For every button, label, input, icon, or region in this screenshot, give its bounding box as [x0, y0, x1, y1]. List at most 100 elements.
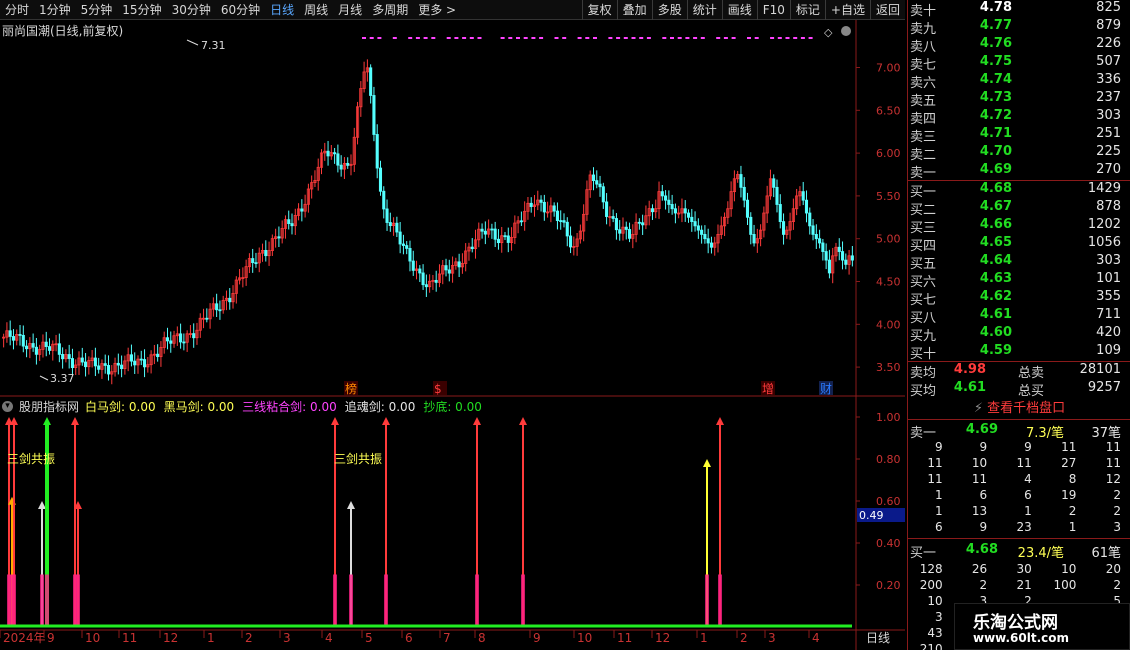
ask-row-9[interactable]: 卖一 4.69 270 — [908, 162, 1130, 181]
candle-body — [641, 222, 645, 226]
tool-button-6[interactable]: 标记 — [789, 0, 825, 20]
tool-button-0[interactable]: 复权 — [581, 0, 617, 20]
tool-button-8[interactable]: 返回 — [869, 0, 905, 20]
ask-row-3[interactable]: 卖七 4.75 507 — [908, 54, 1130, 73]
tick-cell: 9 — [934, 440, 943, 454]
ind-tick-label-1: 0.80 — [876, 453, 901, 466]
candle-body — [670, 204, 674, 210]
bid-row-1-volume: 878 — [1096, 199, 1121, 214]
tool-button-3[interactable]: 统计 — [686, 0, 722, 20]
candle-body — [405, 245, 409, 249]
ask-row-2[interactable]: 卖八 4.76 226 — [908, 36, 1130, 55]
event-marker-2: 增 — [762, 382, 774, 396]
ask-row-7[interactable]: 卖三 4.71 251 — [908, 126, 1130, 145]
signal-base-2 — [12, 574, 16, 627]
tool-button-2[interactable]: 多股 — [651, 0, 687, 20]
candle-body — [781, 221, 786, 235]
candle-body — [18, 334, 22, 336]
period-tab-10[interactable]: 更多 > — [413, 0, 461, 20]
period-tab-8[interactable]: 月线 — [333, 0, 367, 20]
bid-row-9-price: 4.59 — [979, 343, 1012, 358]
period-tab-7[interactable]: 周线 — [299, 0, 333, 20]
signal-arrow-13 — [716, 417, 724, 425]
indicator-name[interactable]: 股朋指标网 — [19, 398, 79, 415]
ask-row-1[interactable]: 卖九 4.77 879 — [908, 18, 1130, 37]
ask-row-4[interactable]: 卖六 4.74 336 — [908, 72, 1130, 91]
signal-dot — [593, 37, 597, 39]
period-tab-1[interactable]: 1分钟 — [34, 0, 76, 20]
signal-base-13 — [718, 574, 722, 627]
buy1-summary-count: 61笔 — [1091, 546, 1121, 561]
signal-dot — [800, 37, 805, 39]
tool-button-1[interactable]: 叠加 — [616, 0, 652, 20]
signal-dot — [685, 37, 690, 39]
bid-row-3[interactable]: 买四 4.65 1056 — [908, 235, 1130, 254]
x-label-3: 11 — [122, 631, 137, 645]
ask-row-5-volume: 237 — [1096, 90, 1121, 105]
price-tick-label-3: 5.50 — [876, 190, 901, 203]
x-label-1: 9 — [47, 631, 55, 645]
period-tab-2[interactable]: 5分钟 — [76, 0, 118, 20]
bid-row-7[interactable]: 买八 4.61 711 — [908, 307, 1130, 326]
tick-cell: 30 — [1016, 562, 1032, 576]
candle-body — [742, 186, 746, 201]
candle-body — [25, 345, 29, 350]
candle-body — [542, 201, 546, 213]
bid-row-8[interactable]: 买九 4.60 420 — [908, 325, 1130, 344]
period-tabs: 分时 1分钟 5分钟 15分钟 30分钟 60分钟 日线 周线 月线 多周期 更多 > — [0, 0, 461, 19]
ask-row-8[interactable]: 卖二 4.70 225 — [908, 144, 1130, 163]
candle-body — [251, 258, 255, 264]
bid-row-2[interactable]: 买三 4.66 1202 — [908, 217, 1130, 236]
period-tab-3[interactable]: 15分钟 — [117, 0, 166, 20]
candle-body — [120, 364, 124, 370]
tick-cell: 11 — [1105, 440, 1121, 454]
thousand-level-button[interactable]: ⚡ 查看千档盘口 — [908, 398, 1130, 420]
bid-row-6[interactable]: 买七 4.62 355 — [908, 289, 1130, 308]
x-label-9: 5 — [365, 631, 373, 645]
ask-average-row-price: 4.98 — [953, 362, 986, 377]
bid-row-0[interactable]: 买一 4.68 1429 — [908, 181, 1130, 200]
ask-row-6-price: 4.72 — [979, 108, 1012, 123]
candle-body — [129, 354, 133, 362]
x-label-2: 10 — [85, 631, 100, 645]
signal-dot — [670, 37, 674, 39]
period-tab-6[interactable]: 日线 — [265, 0, 299, 20]
candle-body — [375, 134, 379, 169]
ask-row-6[interactable]: 卖四 4.72 303 — [908, 108, 1130, 127]
bid-row-4[interactable]: 买五 4.64 303 — [908, 253, 1130, 272]
tick-cell: 20 — [1105, 562, 1121, 576]
bid-average-row-total: 9257 — [1087, 380, 1121, 395]
period-tab-4[interactable]: 30分钟 — [167, 0, 216, 20]
period-tab-9[interactable]: 多周期 — [367, 0, 413, 20]
candle-body — [601, 186, 605, 203]
period-tab-0[interactable]: 分时 — [0, 0, 34, 20]
tool-button-5[interactable]: F10 — [756, 0, 790, 20]
ask-row-3-volume: 507 — [1096, 54, 1121, 69]
sell1-summary-count: 37笔 — [1091, 426, 1121, 441]
tool-button-7[interactable]: +自选 — [824, 0, 870, 20]
x-label-4: 12 — [163, 631, 178, 645]
tick-cell: 43 — [927, 626, 943, 640]
indicator-collapse-icon[interactable]: ▾ — [2, 400, 13, 412]
signal-base-9 — [384, 574, 388, 627]
candle-body — [264, 249, 268, 257]
ask-row-5[interactable]: 卖五 4.73 237 — [908, 90, 1130, 109]
bid-row-1-price: 4.67 — [979, 199, 1012, 214]
tick-cell: 10 — [927, 594, 943, 608]
signal-base-4 — [45, 574, 49, 627]
candle-body — [827, 259, 831, 274]
bid-row-9[interactable]: 买十 4.59 109 — [908, 343, 1130, 362]
ask-row-1-price: 4.77 — [979, 18, 1012, 33]
bid-row-0-price: 4.68 — [979, 181, 1012, 196]
bid-average-row: 买均 4.61 总买 9257 — [908, 380, 1130, 399]
ask-row-0[interactable]: 卖十 4.78 825 — [908, 0, 1130, 19]
price-tick-label-1: 6.50 — [876, 104, 901, 117]
bid-row-1[interactable]: 买二 4.67 878 — [908, 199, 1130, 218]
signal-dot — [808, 37, 813, 39]
bid-row-5[interactable]: 买六 4.63 101 — [908, 271, 1130, 290]
ask-average-row-total-label: 总卖 — [1018, 366, 1045, 381]
signal-dot — [531, 37, 536, 39]
bid-row-0-volume: 1429 — [1087, 181, 1121, 196]
tool-button-4[interactable]: 画线 — [721, 0, 757, 20]
period-tab-5[interactable]: 60分钟 — [216, 0, 265, 20]
